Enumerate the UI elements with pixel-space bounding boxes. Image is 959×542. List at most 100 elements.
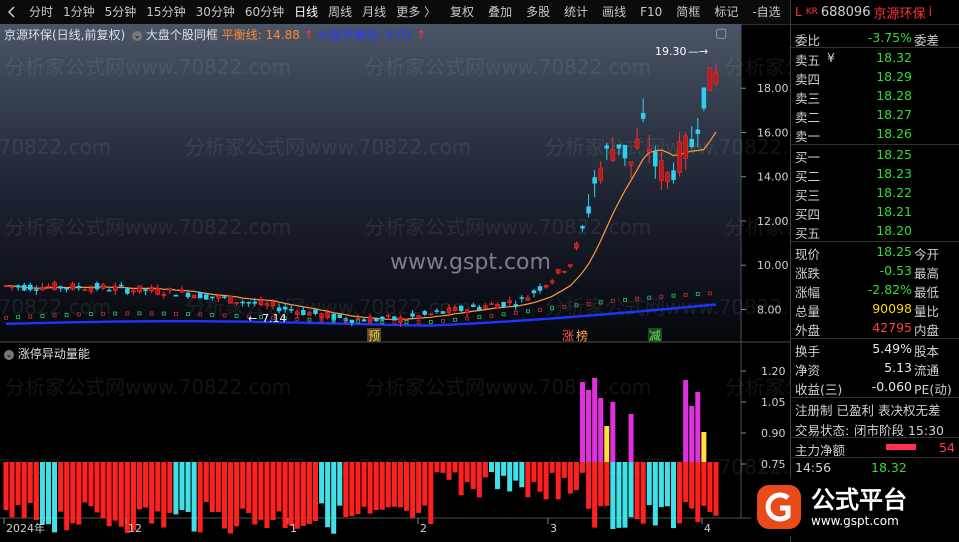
sub-bar [331,462,337,534]
sub-bar [543,462,549,500]
sub-bar [513,462,519,481]
time-tick-label: 4 [704,522,711,535]
candle-body [634,139,640,149]
sub-bar [628,462,634,518]
sub-bar [337,462,343,506]
sub-bar [173,462,179,515]
period-1min[interactable]: 1分钟 [58,0,100,24]
period-60min[interactable]: 60分钟 [240,0,289,24]
stat2-value: 5.13 [884,360,912,375]
sub-bar [549,462,555,473]
candle-body [653,151,658,167]
candle-body [410,313,415,317]
ask-row: 卖五 ¥18.32 [791,48,959,68]
watchlist-button[interactable]: -自选 [747,0,785,24]
sub-bar [240,462,246,509]
candle-body [161,294,167,296]
sub-bar [33,462,39,521]
time-tick-label: 12 [128,522,142,535]
sub-bar [203,462,209,503]
statistics-button[interactable]: 统计 [559,0,593,24]
sub-bar [410,462,416,518]
price-tick-label: 8.00 [757,303,782,316]
sub-spike-bar [683,380,689,462]
candle-body [228,295,233,304]
sub-bar [525,462,531,498]
period-minute-chart[interactable]: 分时 [24,0,58,24]
period-5min[interactable]: 5分钟 [100,0,142,24]
overlay-button[interactable]: 叠加 [483,0,517,24]
stat-value: 42795 [872,320,912,335]
candle-body [246,301,251,304]
sub-bar [379,462,385,510]
sub-bar [300,462,306,526]
watermark-text: 分析家公式网www.70822.com [365,215,651,239]
chevron-down-icon: ⌄ [4,349,14,360]
high-arrow-icon: —→ [688,45,708,58]
window-icon: ▢ [715,26,728,41]
sub-bar [695,462,701,522]
f10-button[interactable]: F10 [635,0,667,24]
candle-body [191,294,197,298]
candle-body [349,319,355,323]
price-tick-label: 12.00 [757,215,789,228]
sub-bar [683,462,689,503]
settings-button[interactable]: ▢ [715,26,727,41]
adjust-button[interactable]: 复权 [445,0,479,24]
period-toolbar: 分时 1分钟 5分钟 15分钟 30分钟 60分钟 日线 周线 月线 更多 〉 … [0,0,819,25]
stat-value: 90098 [872,301,912,316]
candle-body [549,280,555,283]
sub-bar [501,462,507,476]
candle-body [58,286,63,289]
sub-bar [446,462,452,480]
sub-bar [634,462,640,520]
mark-button[interactable]: 标记 [709,0,743,24]
indicator-selector[interactable]: ⌄ 大盘个股同框 平衡线: 14.88 ↑ 大盘平衡线: 9.01 ↑ [132,26,426,43]
period-15min[interactable]: 15分钟 [141,0,190,24]
candle-body [28,284,33,290]
balance-arrow-icon: ↑ [303,28,314,42]
sub-bar [106,462,112,527]
sub-bar [21,462,27,518]
sub-bar [288,462,294,527]
net-flow-row: 主力净额 54 [791,438,959,458]
period-daily[interactable]: 日线 [289,0,323,24]
period-more[interactable]: 更多 〉 [391,0,441,24]
app-window: 分时 1分钟 5分钟 15分钟 30分钟 60分钟 日线 周线 月线 更多 〉 … [0,0,959,542]
sub-bar [9,462,15,518]
candle-body [483,305,488,309]
sub-bar [58,462,64,512]
kline-chart[interactable]: 分析家公式网www.70822.com 分析家公式网www.70822.com 分析… [0,24,959,542]
period-weekly[interactable]: 周线 [323,0,357,24]
back-arrow-icon[interactable] [6,5,18,19]
period-monthly[interactable]: 月线 [357,0,391,24]
sub-bar [664,462,670,507]
sub-bar [689,462,695,509]
balance-line-label: 平衡线: [221,28,262,42]
candle-body [282,306,288,310]
draw-line-button[interactable]: 画线 [597,0,631,24]
bid-row: 买四 18.21 [791,202,959,222]
candle-body [9,285,15,288]
multi-stock-button[interactable]: 多股 [521,0,555,24]
candle-body [640,112,646,119]
sub-bar [276,462,282,512]
sub-bar [70,462,76,524]
period-30min[interactable]: 30分钟 [191,0,240,24]
info-icon[interactable]: i [929,5,933,20]
watermark-text: 分析家公式网www.70822.com [5,215,291,239]
simple-frame-button[interactable]: 简框 [671,0,705,24]
watermark-text: 分析家公式网www.70822.com [185,135,471,159]
kline-chart-area[interactable]: 分析家公式网www.70822.com 分析家公式网www.70822.com 分析… [0,24,959,542]
sub-bar [94,462,100,513]
candle-body [40,286,45,291]
sub-bar [312,462,318,522]
sub-bar [367,462,373,514]
gspt-logo-text-block: 公式平台 www.gspt.com [811,486,907,528]
sub-bar [464,462,470,483]
balance-line-value: 14.88 [265,28,300,42]
watermark-text: 分析家公式网www.70822.com [5,375,291,399]
candle-body [100,284,106,289]
sub-indicator-selector[interactable]: ⌄ 涨停异动量能 [4,345,90,362]
sub-bar [482,462,488,478]
